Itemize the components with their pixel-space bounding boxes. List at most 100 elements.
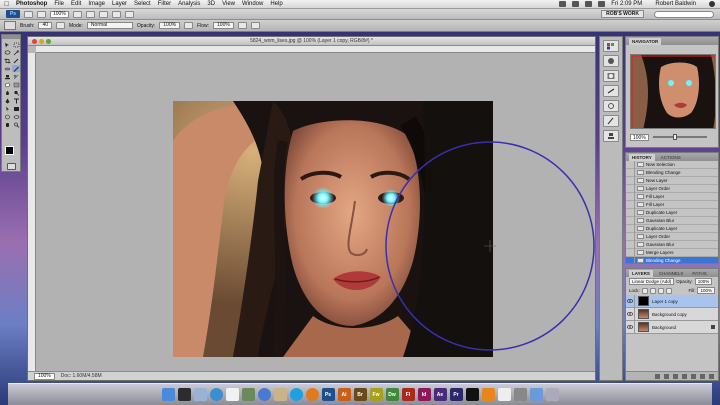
adjustment-layer-icon[interactable] [682,373,687,379]
ai-icon[interactable]: Ai [337,388,351,401]
history-item[interactable]: Gaussian Blur [626,240,718,249]
history-item[interactable]: Merge Layers [626,248,718,257]
status-zoom-field[interactable]: 100% [34,372,55,380]
tab-paths[interactable]: PATHS [689,270,709,277]
gradient-tool-icon[interactable] [12,81,20,88]
safari-icon[interactable] [209,388,223,401]
dock-info-button[interactable] [603,100,619,112]
vlc-icon[interactable] [481,388,495,401]
add-mask-icon[interactable] [673,373,678,379]
eyedropper-tool-icon[interactable] [12,57,20,64]
history-item[interactable]: Duplicate Layer [626,224,718,233]
pen-tool-icon[interactable] [3,97,11,104]
lock-transparency-button[interactable] [641,287,648,294]
blend-mode-select[interactable]: Linear Dodge (Add) [629,278,675,285]
dock-adjustments-button[interactable] [603,55,619,67]
history-item[interactable]: Duplicate Layer [626,208,718,217]
preview-icon[interactable] [273,388,287,401]
visibility-eye-icon[interactable] [626,307,635,321]
menu-select[interactable]: Select [134,1,151,7]
history-item[interactable]: Gaussian Blur [626,216,718,225]
id-icon[interactable]: Id [417,388,431,401]
menu-view[interactable]: View [222,1,235,7]
crop-tool-icon[interactable] [3,57,11,64]
flow-field[interactable]: 100% [213,22,234,29]
foreground-color-swatch[interactable] [5,146,14,155]
tab-actions[interactable]: ACTIONS [658,154,684,161]
canvas-area[interactable] [36,53,595,371]
move-tool-icon[interactable] [3,41,11,48]
menu-help[interactable]: Help [270,1,282,7]
dock-swatches-button[interactable] [603,40,619,52]
search-input[interactable] [654,10,714,18]
visibility-eye-icon[interactable] [626,320,635,334]
pr-icon[interactable]: Pr [449,388,463,401]
airbrush-button[interactable] [237,22,247,29]
vertical-ruler[interactable] [28,53,36,371]
terminal-icon[interactable] [465,388,479,401]
hand-tool-icon[interactable] [3,121,11,128]
br-icon[interactable]: Br [353,388,367,401]
link-layers-icon[interactable] [655,373,660,379]
tab-layers[interactable]: LAYERS [629,269,653,277]
visibility-eye-icon[interactable] [626,294,635,308]
history-item[interactable]: New Layer [626,176,718,185]
folder-icon[interactable] [529,388,543,401]
layer-row[interactable]: Background copy [626,307,718,321]
textedit-icon[interactable] [497,388,511,401]
screen-mode-button[interactable] [124,10,134,18]
mode-select[interactable]: Normal [86,22,133,29]
layer-row-active[interactable]: Layer 1 copy [626,294,718,308]
ps-icon[interactable]: Ps [321,388,335,401]
dock-masks-button[interactable] [603,70,619,82]
dock-brushes-button[interactable] [603,115,619,127]
workspace-switcher[interactable]: ROB'S WORK [601,10,644,18]
spotlight-icon[interactable] [709,1,715,7]
navigator-thumbnail[interactable] [630,54,716,129]
pressure-size-button[interactable] [250,22,260,29]
horizontal-ruler[interactable] [36,46,595,53]
path-select-tool-icon[interactable] [3,105,11,112]
clone-stamp-tool-icon[interactable] [3,73,11,80]
quick-mask-button[interactable] [7,163,16,170]
brush-tool-icon[interactable] [12,65,20,72]
view-extras-button[interactable] [37,10,46,18]
firefox-icon[interactable] [305,388,319,401]
layer-style-icon[interactable] [664,373,669,379]
menu-layer[interactable]: Layer [112,1,127,7]
prefs-icon[interactable] [513,388,527,401]
dropbox-icon[interactable] [559,1,567,7]
zoom-tool-button[interactable] [85,10,95,18]
menu-file[interactable]: File [54,1,64,7]
ical-icon[interactable] [225,388,239,401]
menu-analysis[interactable]: Analysis [178,1,200,7]
navigator-zoom-slider[interactable] [652,134,707,140]
shape-tool-icon[interactable] [12,105,20,112]
user-name[interactable]: Robert Baldwin [655,1,696,7]
healing-brush-tool-icon[interactable] [3,65,11,72]
dw-icon[interactable]: Dw [385,388,399,401]
history-item[interactable]: Fill Layer [626,200,718,209]
dock-styles-button[interactable] [603,85,619,97]
menu-filter[interactable]: Filter [158,1,171,7]
iphoto-icon[interactable] [241,388,255,401]
marquee-tool-icon[interactable] [12,41,20,48]
zoom-tool-icon[interactable] [12,121,20,128]
eraser-tool-icon[interactable] [3,81,11,88]
fl-icon[interactable]: Fl [401,388,415,401]
3d-orbit-tool-icon[interactable] [12,113,20,120]
apple-icon[interactable]:  [4,1,10,8]
wifi-icon[interactable] [572,1,580,7]
pressure-opacity-button[interactable] [184,22,194,29]
history-item[interactable]: Layer Order [626,184,718,193]
itunes-icon[interactable] [257,388,271,401]
arrange-documents-button[interactable] [111,10,121,18]
3d-rotate-tool-icon[interactable] [3,113,11,120]
lock-pixels-button[interactable] [649,287,656,294]
history-brush-tool-icon[interactable] [12,73,20,80]
opacity-field[interactable]: 100% [159,22,181,29]
layer-opacity-field[interactable]: 100% [694,278,713,285]
lock-position-button[interactable] [657,287,664,294]
tab-navigator[interactable]: NAVIGATOR [629,37,662,45]
menu-3d[interactable]: 3D [207,1,215,7]
